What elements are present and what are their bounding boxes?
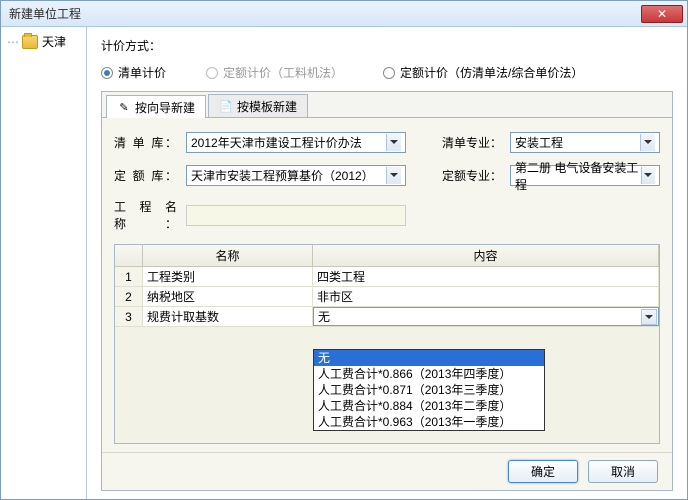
radio-icon [206,67,218,79]
close-button[interactable]: ✕ [641,5,683,23]
list-lib-label: 清 单 库： [114,134,178,151]
chevron-down-icon [386,167,401,184]
radio-label: 定额计价（工料机法） [223,64,343,81]
row-name: 规费计取基数 [143,307,313,326]
table-row[interactable]: 3 规费计取基数 无 [115,307,659,327]
row-num: 2 [115,287,143,306]
quota-spec-label: 定额专业： [442,167,502,184]
button-label: 取消 [611,463,635,480]
quota-spec-select[interactable]: 第二册 电气设备安装工程 [510,165,660,186]
quota-lib-select[interactable]: 天津市安装工程预算基价（2012） [186,165,406,186]
list-spec-label: 清单专业： [442,134,502,151]
chevron-down-icon[interactable] [641,309,657,325]
wizard-icon: ✎ [117,100,131,114]
quota-lib-label: 定 额 库： [114,167,178,184]
tree-node-root[interactable]: ⋯ 天津 [3,31,84,52]
table-row[interactable]: 1 工程类别 四类工程 [115,267,659,287]
cancel-button[interactable]: 取消 [588,460,658,483]
row-content-active[interactable]: 无 [313,307,659,326]
tab-strip: ✎ 按向导新建 📄 按模板新建 [102,92,672,118]
row-num: 1 [115,267,143,286]
window-title: 新建单位工程 [5,5,641,22]
grid-header-name: 名称 [143,245,313,266]
dropdown-item[interactable]: 人工费合计*0.963（2013年一季度） [314,414,544,430]
tab-wizard[interactable]: ✎ 按向导新建 [106,95,206,118]
table-row[interactable]: 2 纳税地区 非市区 [115,287,659,307]
radio-label: 定额计价（仿清单法/综合单价法） [400,64,583,81]
folder-icon [22,35,38,49]
dropdown-item[interactable]: 无 [314,350,544,366]
radio-list-pricing[interactable]: 清单计价 [101,64,166,81]
dropdown-item[interactable]: 人工费合计*0.866（2013年四季度） [314,366,544,382]
grid-header-content: 内容 [313,245,659,266]
row-content[interactable]: 四类工程 [313,267,659,286]
row-content[interactable]: 非市区 [313,287,659,306]
template-icon: 📄 [219,99,233,113]
dropdown-item[interactable]: 人工费合计*0.884（2013年二季度） [314,398,544,414]
chevron-down-icon [386,134,401,151]
button-label: 确定 [531,463,555,480]
tab-label: 按向导新建 [135,99,195,116]
tab-label: 按模板新建 [237,98,297,115]
radio-quota-composite[interactable]: 定额计价（仿清单法/综合单价法） [383,64,583,81]
radio-icon [101,67,113,79]
grid-header-num [115,245,143,266]
dropdown-list[interactable]: 无 人工费合计*0.866（2013年四季度） 人工费合计*0.871（2013… [313,349,545,431]
row-name: 纳税地区 [143,287,313,306]
tree-node-label: 天津 [42,33,66,50]
select-value: 2012年天津市建设工程计价办法 [191,134,362,151]
radio-icon [383,67,395,79]
chevron-down-icon [641,167,655,184]
tab-template[interactable]: 📄 按模板新建 [208,94,308,117]
select-value: 第二册 电气设备安装工程 [515,159,641,193]
tree-dots-icon: ⋯ [7,35,18,49]
list-lib-select[interactable]: 2012年天津市建设工程计价办法 [186,132,406,153]
select-value: 安装工程 [515,134,563,151]
project-name-label: 工程名称： [114,198,178,232]
dropdown-item[interactable]: 人工费合计*0.871（2013年三季度） [314,382,544,398]
titlebar: 新建单位工程 ✕ [1,1,687,27]
radio-label: 清单计价 [118,64,166,81]
row-num: 3 [115,307,143,326]
ok-button[interactable]: 确定 [508,460,578,483]
pricing-method-label: 计价方式： [101,37,161,54]
list-spec-select[interactable]: 安装工程 [510,132,660,153]
project-name-input[interactable] [186,205,406,226]
grid: 名称 内容 1 工程类别 四类工程 2 [114,244,660,444]
select-value: 天津市安装工程预算基价（2012） [191,167,374,184]
row-name: 工程类别 [143,267,313,286]
radio-quota-material: 定额计价（工料机法） [206,64,343,81]
chevron-down-icon [640,134,655,151]
cell-value: 无 [318,308,330,325]
sidebar: ⋯ 天津 [1,27,87,499]
